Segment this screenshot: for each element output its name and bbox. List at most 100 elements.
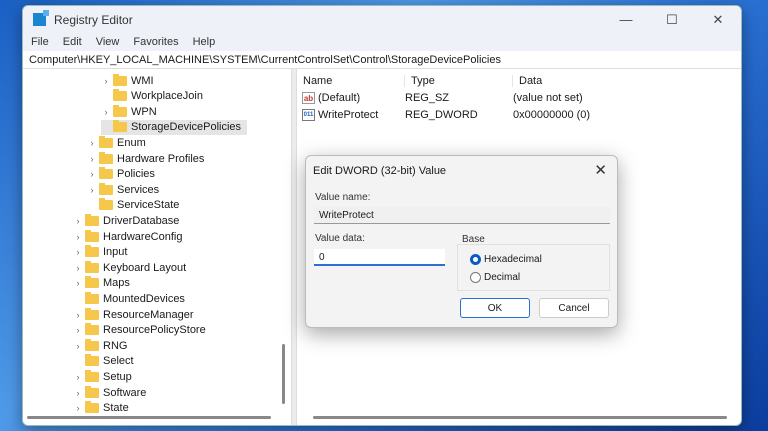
tree-item[interactable]: › HardwareConfig: [73, 229, 182, 244]
folder-icon: [85, 260, 99, 273]
tree-vertical-scrollbar[interactable]: [282, 344, 285, 404]
tree-item[interactable]: › Services: [87, 182, 159, 197]
tree-item[interactable]: › Keyboard Layout: [73, 260, 186, 275]
tree-item-label: ResourcePolicyStore: [103, 324, 206, 337]
folder-icon: [113, 104, 127, 117]
tree-item-label: MountedDevices: [103, 292, 185, 305]
folder-icon: [113, 89, 127, 102]
tree-horizontal-scrollbar[interactable]: [27, 416, 271, 419]
folder-icon: [113, 120, 127, 133]
tree-item-label: Maps: [103, 277, 130, 290]
chevron-right-icon[interactable]: ›: [73, 372, 83, 382]
tree-item-label: Input: [103, 246, 128, 259]
decimal-radio[interactable]: Decimal: [470, 272, 520, 283]
chevron-right-icon[interactable]: ›: [101, 107, 111, 117]
tree-item[interactable]: › Setup: [73, 369, 132, 384]
tree-item[interactable]: › Maps: [73, 276, 130, 291]
menu-file[interactable]: File: [31, 36, 49, 48]
tree-item[interactable]: › ResourcePolicyStore: [73, 323, 206, 338]
binary-value-icon: 011: [302, 109, 315, 121]
menu-view[interactable]: View: [96, 36, 120, 48]
ok-button[interactable]: OK: [460, 298, 530, 318]
chevron-right-icon[interactable]: ›: [73, 278, 83, 288]
address-bar[interactable]: Computer\HKEY_LOCAL_MACHINE\SYSTEM\Curre…: [23, 51, 741, 69]
list-row-writeprotect[interactable]: 011 WriteProtect REG_DWORD 0x00000000 (0…: [297, 107, 590, 123]
chevron-right-icon[interactable]: ›: [73, 325, 83, 335]
tree-item[interactable]: › DriverDatabase: [73, 213, 179, 228]
chevron-right-icon[interactable]: ›: [87, 154, 97, 164]
chevron-right-icon[interactable]: ›: [87, 185, 97, 195]
tree-item-label: Setup: [103, 370, 132, 383]
tree-item[interactable]: › Input: [73, 245, 127, 260]
tree-item-label: Software: [103, 386, 147, 399]
tree-item[interactable]: › RNG: [73, 338, 127, 353]
chevron-right-icon[interactable]: ›: [73, 216, 83, 226]
folder-icon: [85, 385, 99, 398]
close-button[interactable]: ✕: [695, 12, 741, 28]
tree-item[interactable]: › Hardware Profiles: [87, 151, 204, 166]
cancel-button[interactable]: Cancel: [539, 298, 609, 318]
tree-item-label: WMI: [131, 74, 154, 87]
dialog-close-icon[interactable]: ✕: [594, 161, 607, 179]
tree-item-label: ResourceManager: [103, 308, 194, 321]
value-name: WriteProtect: [318, 109, 379, 121]
folder-icon: [99, 151, 113, 164]
column-data[interactable]: Data: [513, 75, 633, 87]
tree-item-label: StorageDevicePolicies: [131, 121, 242, 134]
tree-item[interactable]: WorkplaceJoin: [101, 89, 203, 104]
tree-item[interactable]: Select: [73, 354, 134, 369]
menu-favorites[interactable]: Favorites: [133, 36, 178, 48]
tree-item[interactable]: › State: [73, 401, 129, 416]
menu-help[interactable]: Help: [193, 36, 216, 48]
maximize-button[interactable]: ☐: [649, 12, 695, 28]
tree-item[interactable]: ServiceState: [87, 198, 179, 213]
folder-icon: [85, 354, 99, 367]
list-horizontal-scrollbar[interactable]: [313, 416, 727, 419]
value-data: 0x00000000 (0): [513, 109, 591, 121]
tree-item[interactable]: › WMI: [101, 73, 154, 88]
tree-item[interactable]: › ResourceManager: [73, 307, 194, 322]
chevron-right-icon[interactable]: ›: [101, 76, 111, 86]
tree-item[interactable]: › WPN: [101, 104, 157, 119]
tree-item[interactable]: › Enum: [87, 135, 146, 150]
folder-icon: [99, 198, 113, 211]
column-type[interactable]: Type: [405, 75, 513, 87]
folder-icon: [85, 307, 99, 320]
menu-edit[interactable]: Edit: [63, 36, 82, 48]
value-type: REG_SZ: [405, 92, 450, 104]
folder-icon: [99, 167, 113, 180]
folder-icon: [85, 229, 99, 242]
value-name-field: WriteProtect: [314, 207, 610, 224]
chevron-right-icon[interactable]: ›: [73, 263, 83, 273]
chevron-right-icon[interactable]: ›: [73, 341, 83, 351]
folder-icon: [99, 182, 113, 195]
chevron-right-icon[interactable]: ›: [73, 310, 83, 320]
value-name-label: Value name:: [315, 192, 371, 203]
column-name[interactable]: Name: [297, 75, 405, 87]
hexadecimal-radio[interactable]: Hexadecimal: [470, 254, 542, 265]
registry-tree: › WMI WorkplaceJoin › WPN StorageDevicePolici…: [23, 69, 291, 425]
tree-item-label: Hardware Profiles: [117, 152, 205, 165]
tree-item-label: DriverDatabase: [103, 214, 180, 227]
list-row-default[interactable]: ab (Default) REG_SZ (value not set): [297, 90, 583, 106]
chevron-right-icon[interactable]: ›: [87, 169, 97, 179]
tree-item[interactable]: StorageDevicePolicies: [101, 119, 248, 135]
menu-bar: File Edit View Favorites Help: [23, 33, 741, 51]
folder-icon: [85, 323, 99, 336]
base-group: Hexadecimal Decimal: [457, 244, 610, 291]
value-name: (Default): [318, 92, 361, 104]
chevron-right-icon[interactable]: ›: [73, 232, 83, 242]
radio-selected-icon: [470, 254, 481, 265]
chevron-right-icon[interactable]: ›: [73, 247, 83, 257]
tree-item-label: Select: [103, 355, 134, 368]
tree-item[interactable]: › Policies: [87, 167, 155, 182]
minimize-button[interactable]: —: [603, 12, 649, 28]
tree-item[interactable]: › Software: [73, 385, 146, 400]
tree-item[interactable]: MountedDevices: [73, 291, 185, 306]
folder-icon: [85, 369, 99, 382]
value-data-input[interactable]: 0: [314, 249, 445, 266]
tree-item-label: WPN: [131, 105, 157, 118]
chevron-right-icon[interactable]: ›: [73, 403, 83, 413]
chevron-right-icon[interactable]: ›: [73, 388, 83, 398]
chevron-right-icon[interactable]: ›: [87, 138, 97, 148]
